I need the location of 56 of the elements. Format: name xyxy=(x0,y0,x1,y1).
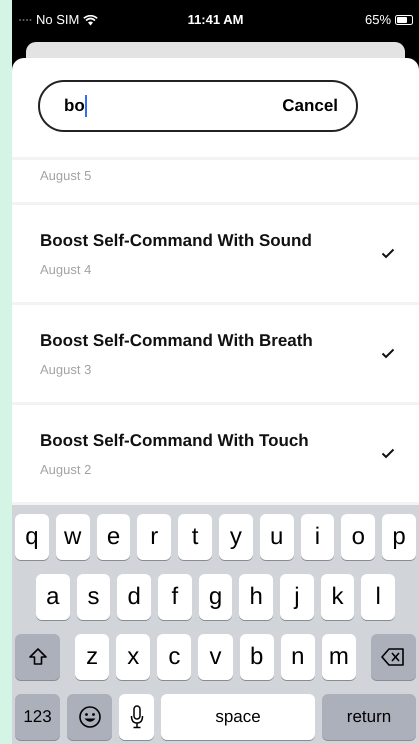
key[interactable]: k xyxy=(320,574,354,620)
key[interactable]: n xyxy=(280,634,315,680)
key[interactable]: o xyxy=(341,514,376,560)
key[interactable]: e xyxy=(96,514,130,560)
battery-percent: 65% xyxy=(364,11,392,30)
key[interactable]: i xyxy=(300,514,334,560)
row-date: August 2 xyxy=(40,460,92,479)
wifi-icon xyxy=(83,14,98,26)
row-title: Boost Self-Command With Sound xyxy=(40,230,313,252)
text-cursor xyxy=(84,95,87,117)
key[interactable]: a xyxy=(36,574,70,620)
key[interactable]: r xyxy=(137,514,172,560)
space-key[interactable]: space xyxy=(161,694,315,740)
key[interactable]: s xyxy=(76,574,110,620)
backspace-icon xyxy=(381,648,406,666)
key[interactable]: t xyxy=(178,514,212,560)
key[interactable]: d xyxy=(117,574,152,620)
row-title: Boost Self-Command With Breath xyxy=(40,330,314,352)
key[interactable]: u xyxy=(260,514,294,560)
key[interactable]: v xyxy=(198,634,233,680)
key[interactable]: f xyxy=(158,574,192,620)
row-title: Boost Self-Command With Touch xyxy=(40,430,310,452)
key[interactable]: c xyxy=(157,634,192,680)
key[interactable]: m xyxy=(322,634,356,680)
key[interactable]: q xyxy=(15,514,49,560)
key[interactable]: x xyxy=(116,634,150,680)
shift-key[interactable] xyxy=(15,634,60,680)
delete-key[interactable] xyxy=(370,634,416,680)
signal-icon xyxy=(18,18,32,22)
battery-icon xyxy=(395,15,414,25)
dictation-key[interactable] xyxy=(119,694,154,740)
row-date: August 4 xyxy=(40,260,92,279)
key[interactable]: b xyxy=(240,634,274,680)
list-row[interactable]: Boost Self-Command With Sound August 4 xyxy=(12,202,419,302)
search-field[interactable]: bo Cancel xyxy=(38,80,358,132)
list-row[interactable]: Boost Self-Command With Breath August 3 xyxy=(12,302,419,402)
carrier-text: No SIM xyxy=(36,11,80,30)
key[interactable]: w xyxy=(56,514,90,560)
emoji-key[interactable] xyxy=(67,694,112,740)
key[interactable]: y xyxy=(218,514,253,560)
shift-icon xyxy=(28,647,48,667)
row-date: August 5 xyxy=(40,168,92,183)
microphone-icon xyxy=(130,705,144,729)
cancel-button[interactable]: Cancel xyxy=(282,93,338,119)
key[interactable]: h xyxy=(239,574,274,620)
key[interactable]: l xyxy=(361,574,396,620)
clock-text: 11:41 AM xyxy=(188,11,244,30)
key[interactable]: j xyxy=(280,574,314,620)
key[interactable]: z xyxy=(75,634,110,680)
numbers-key[interactable]: 123 xyxy=(15,694,60,740)
key[interactable]: p xyxy=(382,514,416,560)
key[interactable]: g xyxy=(198,574,232,620)
search-value: bo xyxy=(64,95,85,118)
return-key[interactable]: return xyxy=(322,694,416,740)
row-date: August 3 xyxy=(40,360,92,379)
emoji-icon xyxy=(78,705,102,729)
